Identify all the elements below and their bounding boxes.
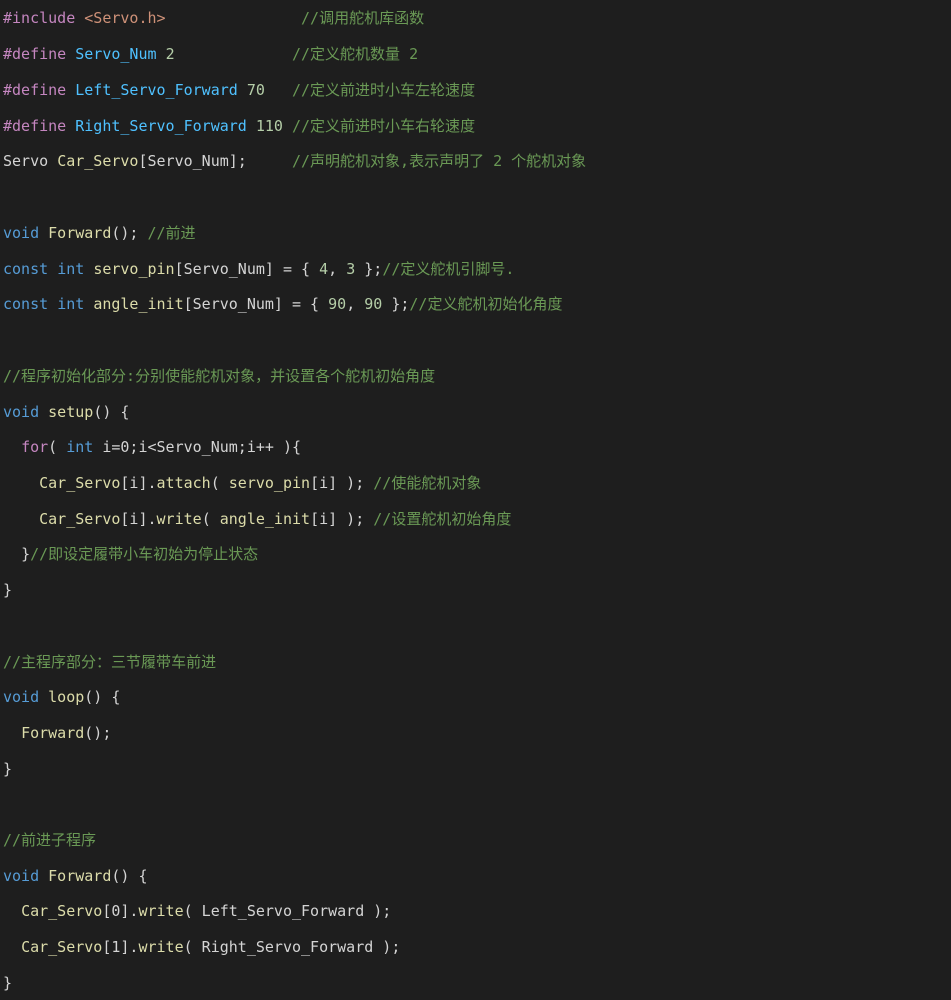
- identifier: servo_pin: [228, 474, 311, 492]
- identifier: Car_Servo: [21, 938, 103, 956]
- code-comment: //前进子程序: [3, 831, 97, 849]
- macro-name: Right_Servo_Forward: [75, 117, 247, 135]
- code-line-24: }: [3, 974, 13, 992]
- code-comment: //即设定履带小车初始为停止状态: [30, 545, 259, 563]
- keyword: for: [21, 438, 49, 456]
- code-comment: //主程序部分：三节履带车前进: [3, 653, 217, 671]
- code-editor[interactable]: #include <Servo.h> //调用舵机库函数 #define Ser…: [0, 0, 951, 1000]
- code-line-14: }//即设定履带小车初始为停止状态: [21, 545, 259, 563]
- code-line-2: #define Servo_Num 2 //定义舵机数量 2: [3, 42, 418, 66]
- identifier: Car_Servo: [57, 152, 139, 170]
- preprocessor-directive: #define: [3, 117, 67, 135]
- keyword: int: [57, 260, 85, 278]
- number-literal: 2: [165, 45, 175, 63]
- identifier: angle_init: [219, 510, 311, 528]
- code-line-21: void Forward() {: [3, 867, 148, 885]
- code-comment: //定义舵机初始化角度: [409, 295, 563, 313]
- code-line-16: //主程序部分：三节履带车前进: [3, 650, 216, 674]
- code-line-5: Servo Car_Servo[Servo_Num]; //声明舵机对象,表示声…: [3, 152, 587, 170]
- code-line-4: #define Right_Servo_Forward 110 //定义前进时小…: [3, 114, 475, 138]
- code-comment: //定义舵机数量 2: [292, 45, 419, 63]
- code-comment: //设置舵机初始角度: [373, 510, 512, 528]
- code-line-12: Car_Servo[i].attach( servo_pin[i] ); //使…: [39, 474, 482, 492]
- code-line-22: Car_Servo[0].write( Left_Servo_Forward )…: [21, 902, 392, 920]
- macro-name: Left_Servo_Forward: [75, 81, 238, 99]
- identifier: angle_init: [93, 295, 184, 313]
- function-name: loop: [48, 688, 85, 706]
- code-comment: //前进: [147, 224, 196, 242]
- code-line-20: //前进子程序: [3, 828, 96, 852]
- code-comment: //程序初始化部分:分别使能舵机对象，并设置各个舵机初始角度: [3, 367, 436, 385]
- macro-name: Servo_Num: [75, 45, 157, 63]
- code-line-6: void Forward(); //前进: [3, 224, 196, 242]
- keyword: const: [3, 295, 49, 313]
- type-name: Servo: [3, 152, 49, 170]
- identifier: Car_Servo: [21, 902, 103, 920]
- code-comment: //使能舵机对象: [373, 474, 482, 492]
- keyword: void: [3, 688, 40, 706]
- function-name: attach: [156, 474, 211, 492]
- number-literal: 110: [255, 117, 283, 135]
- number-literal: 90: [364, 295, 383, 313]
- code-line-8: const int angle_init[Servo_Num] = { 90, …: [3, 295, 563, 313]
- code-comment: //定义舵机引脚号.: [382, 260, 515, 278]
- function-name: Forward: [48, 224, 112, 242]
- keyword: void: [3, 224, 40, 242]
- code-comment: //定义前进时小车右轮速度: [292, 117, 476, 135]
- code-line-15: }: [3, 581, 13, 599]
- code-line-7: const int servo_pin[Servo_Num] = { 4, 3 …: [3, 260, 515, 278]
- keyword: void: [3, 403, 40, 421]
- code-line-18: Forward();: [21, 724, 112, 742]
- number-literal: 90: [328, 295, 347, 313]
- identifier: Car_Servo: [39, 510, 121, 528]
- code-line-3: #define Left_Servo_Forward 70 //定义前进时小车左…: [3, 78, 475, 102]
- code-line-9: //程序初始化部分:分别使能舵机对象，并设置各个舵机初始角度: [3, 364, 435, 388]
- keyword: int: [57, 295, 85, 313]
- function-name: write: [138, 902, 184, 920]
- preprocessor-directive: #define: [3, 45, 67, 63]
- number-literal: 70: [246, 81, 265, 99]
- code-line-10: void setup() {: [3, 403, 130, 421]
- code-comment: //声明舵机对象,表示声明了 2 个舵机对象: [292, 152, 587, 170]
- identifier: servo_pin: [93, 260, 175, 278]
- function-name: Forward: [48, 867, 112, 885]
- function-name: write: [156, 510, 202, 528]
- code-comment: //调用舵机库函数: [301, 9, 425, 27]
- code-line-1: #include <Servo.h> //调用舵机库函数: [3, 6, 424, 30]
- code-comment: //定义前进时小车左轮速度: [292, 81, 476, 99]
- include-path: <Servo.h>: [84, 9, 166, 27]
- code-line-17: void loop() {: [3, 688, 121, 706]
- number-literal: 3: [346, 260, 356, 278]
- code-line-13: Car_Servo[i].write( angle_init[i] ); //设…: [39, 510, 512, 528]
- identifier: Car_Servo: [39, 474, 121, 492]
- number-literal: 4: [319, 260, 329, 278]
- function-name: Forward: [21, 724, 85, 742]
- keyword: void: [3, 867, 40, 885]
- keyword: int: [66, 438, 94, 456]
- function-name: write: [138, 938, 184, 956]
- preprocessor-directive: #include: [3, 9, 76, 27]
- preprocessor-directive: #define: [3, 81, 67, 99]
- function-name: setup: [48, 403, 94, 421]
- code-line-11: for( int i=0;i<Servo_Num;i++ ){: [21, 438, 302, 456]
- keyword: const: [3, 260, 49, 278]
- code-line-23: Car_Servo[1].write( Right_Servo_Forward …: [21, 938, 401, 956]
- code-line-19: }: [3, 760, 13, 778]
